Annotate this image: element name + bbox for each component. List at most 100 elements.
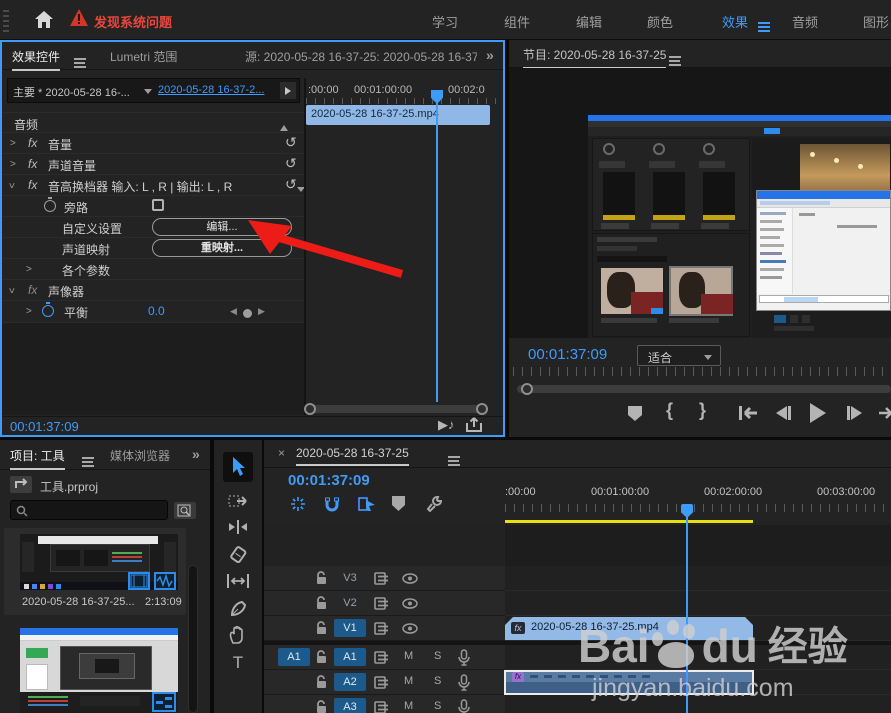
clip-selector-chevron-icon[interactable] [144,89,152,94]
warning-icon[interactable] [70,9,88,26]
program-scroll-knob[interactable] [521,383,533,395]
track-v3-content[interactable] [505,566,891,591]
reset-effect-icon[interactable]: ↺ [285,155,297,172]
track-visibility-eye-icon[interactable] [402,598,418,609]
reset-effect-icon[interactable]: ↺ [285,176,297,193]
bypass-checkbox[interactable] [152,199,164,211]
step-forward-icon[interactable] [847,406,863,420]
audio-section-header[interactable]: 音频 [2,112,304,133]
effects-h-scrollbar[interactable] [308,405,488,413]
twirl-icon[interactable]: > [10,159,16,170]
effect-controls-panel-menu-icon[interactable] [74,62,85,64]
tab-program[interactable]: 节目: 2020-05-28 16-37-25 [523,46,666,63]
solo-button[interactable]: S [434,700,441,712]
navigate-up-icon[interactable] [10,476,32,493]
lock-icon[interactable] [316,700,327,713]
workspace-assembly[interactable]: 组件 [504,12,530,31]
sync-lock-icon[interactable] [374,597,389,610]
selection-tool[interactable] [223,452,253,482]
track-select-forward-tool[interactable] [223,488,253,514]
effects-scroll-knob-left[interactable] [304,403,316,415]
lock-icon[interactable] [316,621,327,635]
timeline-marker-icon[interactable] [392,496,405,511]
lock-icon[interactable] [316,675,327,689]
solo-button[interactable]: S [434,650,441,662]
go-to-in-icon[interactable] [739,406,757,420]
close-sequence-icon[interactable]: × [278,446,285,460]
twirl-icon[interactable]: > [5,288,16,294]
stopwatch-icon[interactable] [44,200,56,215]
mic-record-icon[interactable] [458,674,470,691]
track-badge-a2[interactable]: A2 [334,673,366,691]
project-scrollbar[interactable] [188,565,198,713]
slip-tool[interactable] [223,568,253,594]
work-area-bar[interactable] [505,520,753,523]
program-panel-menu-icon[interactable] [669,60,680,62]
param-row-balance[interactable]: > 平衡 0.0 ◀ ▶ [2,300,304,322]
effects-timecode[interactable]: 00:01:37:09 [10,419,79,434]
effects-playhead-line[interactable] [436,102,438,402]
tab-lumetri-scopes[interactable]: Lumetri 范围 [110,48,177,65]
next-keyframe-icon[interactable]: ▶ [258,306,265,317]
snap-magnet-icon[interactable] [324,496,340,512]
workspace-menu-icon[interactable] [758,26,770,28]
clip-selector-next-icon[interactable] [280,82,296,99]
list-item[interactable] [4,622,186,713]
timeline-panel-menu-icon[interactable] [448,460,459,462]
mic-record-icon[interactable] [458,699,470,713]
add-marker-icon[interactable] [628,406,642,421]
system-issue-text[interactable]: 发现系统问题 [94,12,172,31]
mute-button[interactable]: M [404,675,413,687]
nest-toggle-icon[interactable] [290,496,306,512]
sync-lock-icon[interactable] [374,622,389,635]
play-button-icon[interactable] [809,403,827,423]
list-item[interactable]: 2020-05-28 16-37-25... 2:13:09 [4,528,186,615]
video-usage-icon[interactable] [128,572,150,590]
audio-usage-icon[interactable] [154,572,176,590]
track-visibility-eye-icon[interactable] [402,623,418,634]
timeline-settings-wrench-icon[interactable] [426,495,443,512]
search-input[interactable] [31,502,165,518]
effect-row-pitch-shifter[interactable]: > fx 音高换档器 输入: L , R | 输出: L , R ↺ [2,174,304,195]
master-clip-label[interactable]: 主要 * 2020-05-28 16-... [13,84,130,100]
track-badge-v1[interactable]: V1 [334,619,366,637]
track-visibility-eye-icon[interactable] [402,573,418,584]
workspace-color[interactable]: 颜色 [647,12,673,31]
track-badge-v3[interactable]: V3 [334,569,366,587]
type-tool[interactable]: T [223,650,253,676]
tab-source-monitor[interactable]: 源: 2020-05-28 16-37-25: 2020-05-28 16-37… [245,48,477,65]
mute-button[interactable]: M [404,650,413,662]
linked-selection-icon[interactable] [358,496,376,512]
lock-icon[interactable] [316,650,327,664]
timeline-timecode[interactable]: 00:01:37:09 [288,472,370,489]
tab-media-browser[interactable]: 媒体浏览器 [110,447,170,464]
ripple-edit-tool[interactable] [223,514,253,540]
effect-row-channel-volume[interactable]: > fx 声道音量 ↺ [2,153,304,174]
zoom-level-select[interactable]: 适合 [637,345,721,366]
effects-scroll-knob-right[interactable] [476,403,488,415]
hand-tool[interactable] [223,622,253,648]
tab-overflow-icon[interactable]: » [192,446,200,462]
export-frame-icon[interactable] [466,417,482,432]
track-badge-v2[interactable]: V2 [334,594,366,612]
source-patch-a1[interactable]: A1 [278,648,310,666]
mic-record-icon[interactable] [458,649,470,666]
twirl-icon[interactable]: > [26,264,32,275]
effects-mini-ruler[interactable]: :00:00 00:01:00:00 00:02:0 [306,78,503,104]
home-icon[interactable] [34,10,54,29]
clip-name[interactable]: 2020-05-28 16-37-25... [22,596,135,608]
stopwatch-toggle-icon[interactable] [42,305,54,320]
program-video-area[interactable] [509,68,891,338]
search-bin-icon[interactable] [174,502,196,519]
twirl-icon[interactable]: > [10,138,16,149]
mute-button[interactable]: M [404,700,413,712]
workspace-learn[interactable]: 学习 [432,12,458,31]
step-back-icon[interactable] [775,406,791,420]
balance-value[interactable]: 0.0 [148,304,165,318]
razor-tool[interactable] [223,542,253,568]
mark-in-icon[interactable]: { [666,400,673,421]
twirl-icon[interactable]: > [26,306,32,317]
tab-overflow-icon[interactable]: » [486,47,494,63]
workspace-audio[interactable]: 音频 [792,12,818,31]
reset-effect-icon[interactable]: ↺ [285,134,297,151]
